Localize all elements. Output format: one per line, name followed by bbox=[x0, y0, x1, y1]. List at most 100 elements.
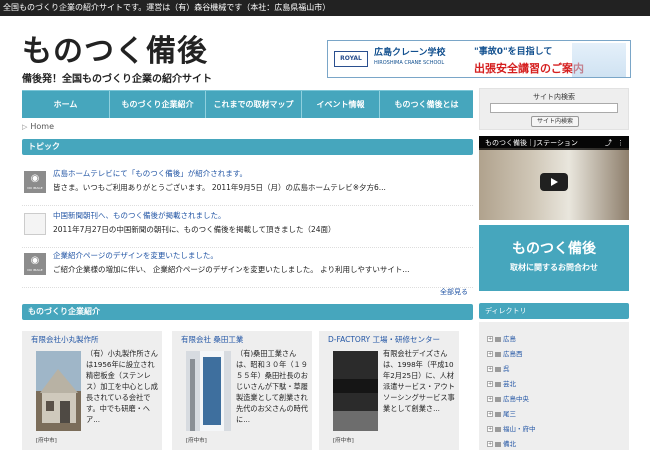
company-card[interactable]: 有限会社小丸製作所 （有）小丸製作所さんは1956年に設立され精密板金（ステンレ… bbox=[22, 331, 162, 450]
breadcrumb: ▷ Home bbox=[22, 122, 54, 131]
company-photo[interactable] bbox=[333, 351, 378, 431]
directory-item-label[interactable]: 呉 bbox=[503, 365, 510, 373]
crane-school-name: 広島クレーン学校 bbox=[374, 48, 446, 58]
company-name[interactable]: D-FACTORY 工場・研修センター bbox=[328, 334, 440, 345]
promo-title: ものつく備後 bbox=[512, 241, 596, 257]
company-name[interactable]: 有限会社小丸製作所 bbox=[31, 334, 99, 345]
breadcrumb-arrow-icon: ▷ bbox=[22, 123, 28, 131]
topic-item: ◉ NO IMAGE 広島ホームテレビにて「ものつく備後」が紹介されます。 皆さま… bbox=[22, 164, 473, 206]
directory-item-label[interactable]: 広島西 bbox=[503, 350, 523, 358]
expand-icon[interactable]: + bbox=[487, 336, 493, 342]
directory-item[interactable]: + 広島 bbox=[487, 333, 516, 343]
topics-header: トピック bbox=[22, 139, 473, 155]
top-info-bar: 全国ものづくり企業の紹介サイトです。運営は（有）森谷機械です（本社：広島県福山市… bbox=[0, 0, 650, 16]
expand-icon[interactable]: + bbox=[487, 396, 493, 402]
breadcrumb-home[interactable]: Home bbox=[30, 122, 54, 131]
nav-home[interactable]: ホーム bbox=[22, 91, 110, 118]
search-input[interactable] bbox=[490, 103, 618, 113]
directory-item[interactable]: + 広島中央 bbox=[487, 393, 529, 403]
company-city: [府中市] bbox=[186, 438, 207, 444]
building-photo-icon bbox=[333, 351, 378, 431]
folder-icon bbox=[495, 351, 501, 357]
topic-item: 中国新聞朝刊へ、ものつく備後が掲載されました。 2011年7月27日の中国新聞の… bbox=[22, 206, 473, 248]
folder-icon bbox=[495, 336, 501, 342]
topic-link[interactable]: 広島ホームテレビにて「ものつく備後」が紹介されます。 bbox=[53, 168, 247, 179]
camera-icon: ◉ bbox=[30, 173, 40, 184]
play-icon[interactable] bbox=[540, 173, 568, 191]
site-logo[interactable]: ものつく備後 備後発！全国ものづくり企業の紹介サイト bbox=[22, 34, 212, 86]
expand-icon[interactable]: + bbox=[487, 366, 493, 372]
signboard-photo-icon bbox=[186, 351, 231, 431]
expand-icon[interactable]: + bbox=[487, 426, 493, 432]
directory-item[interactable]: + 尾三 bbox=[487, 408, 516, 418]
directory-list: + 広島 + 広島西 + 呉 + 芸北 + 広島中央 + 尾三 + 福山・府中 + 備北 bbox=[479, 322, 629, 450]
folder-icon bbox=[495, 396, 501, 402]
crane-school-name-en: HIROSHIMA CRANE SCHOOL bbox=[374, 60, 445, 66]
royal-logo: ROYAL bbox=[334, 51, 368, 67]
logo-title: ものつく備後 bbox=[22, 34, 208, 69]
directory-item-label[interactable]: 福山・府中 bbox=[503, 425, 536, 433]
main-nav: ホーム ものづくり企業紹介 これまでの取材マップ イベント情報 ものつく備後とは bbox=[22, 90, 473, 118]
no-image-icon: ◉ NO IMAGE bbox=[24, 171, 46, 193]
nav-events[interactable]: イベント情報 bbox=[302, 91, 380, 118]
nav-about[interactable]: ものつく備後とは bbox=[380, 91, 473, 118]
expand-icon[interactable]: + bbox=[487, 411, 493, 417]
company-name[interactable]: 有限会社 桑田工業 bbox=[181, 334, 243, 345]
directory-item[interactable]: + 備北 bbox=[487, 438, 516, 448]
directory-item-label[interactable]: 広島中央 bbox=[503, 395, 529, 403]
site-search: サイト内検索 サイト内検索 bbox=[479, 88, 629, 130]
company-city: [府中市] bbox=[36, 438, 57, 444]
folder-icon bbox=[495, 366, 501, 372]
company-description: 有限会社デイズさんは、1998年（平成10年2月25日）に、人材派遣サービス・ア… bbox=[383, 349, 455, 413]
topic-excerpt: ご紹介企業様の増加に伴い、 企業紹介ページのデザインを変更いたしました。 より利… bbox=[53, 265, 410, 274]
nav-companies[interactable]: ものづくり企業紹介 bbox=[110, 91, 206, 118]
directory-item-label[interactable]: 芸北 bbox=[503, 380, 516, 388]
company-city: [府中市] bbox=[333, 438, 354, 444]
directory-item[interactable]: + 呉 bbox=[487, 363, 510, 373]
crane-illustration bbox=[572, 43, 626, 77]
companies-header: ものづくり企業紹介 bbox=[22, 304, 473, 320]
expand-icon[interactable]: + bbox=[487, 381, 493, 387]
video-player[interactable]: ものつく備後｜Jステーション ⤴ ⋮ bbox=[479, 136, 629, 220]
folder-icon bbox=[495, 441, 501, 447]
company-description: （有)桑田工業さんは、昭和３０年（１９５５年）桑田社長のおじいさんが下駄・草履製… bbox=[236, 349, 308, 424]
topics-more-link[interactable]: 全部見る bbox=[440, 287, 468, 297]
more-icon[interactable]: ⋮ bbox=[617, 139, 625, 147]
crane-school-logo: 広島クレーン学校 HIROSHIMA CRANE SCHOOL bbox=[374, 45, 474, 75]
directory-item-label[interactable]: 広島 bbox=[503, 335, 516, 343]
topic-excerpt: 皆さま。いつもご利用ありがとうございます。 2011年9月5日（月）の広島ホーム… bbox=[53, 183, 386, 192]
newspaper-icon bbox=[24, 213, 46, 235]
folder-icon bbox=[495, 411, 501, 417]
directory-item[interactable]: + 福山・府中 bbox=[487, 423, 536, 433]
promo-subtitle: 取材に関するお問合わせ bbox=[510, 263, 598, 272]
topic-excerpt: 2011年7月27日の中国新聞の朝刊に、ものつく備後を掲載して頂きました（24面… bbox=[53, 225, 336, 234]
search-button[interactable]: サイト内検索 bbox=[531, 116, 579, 127]
contact-banner[interactable]: ものつく備後 取材に関するお問合わせ bbox=[479, 225, 629, 291]
directory-item[interactable]: + 芸北 bbox=[487, 378, 516, 388]
topic-item: ◉ NO IMAGE 企業紹介ページのデザインを変更いたしました。 ご紹介企業様の… bbox=[22, 246, 473, 288]
folder-icon bbox=[495, 426, 501, 432]
thumb-label: NO IMAGE bbox=[27, 268, 43, 272]
company-description: （有）小丸製作所さんは1956年に設立され精密板金（ステンレス）加工を中心とし成… bbox=[86, 349, 158, 424]
company-photo[interactable] bbox=[186, 351, 231, 431]
directory-header: ディレクトリ bbox=[479, 303, 629, 319]
directory-item[interactable]: + 広島西 bbox=[487, 348, 523, 358]
share-icon[interactable]: ⤴ bbox=[605, 139, 613, 147]
camera-icon: ◉ bbox=[30, 255, 40, 266]
expand-icon[interactable]: + bbox=[487, 351, 493, 357]
search-title: サイト内検索 bbox=[533, 93, 575, 101]
company-card[interactable]: D-FACTORY 工場・研修センター 有限会社デイズさんは、1998年（平成1… bbox=[319, 331, 459, 450]
folder-icon bbox=[495, 381, 501, 387]
factory-photo-icon bbox=[36, 351, 81, 431]
company-card[interactable]: 有限会社 桑田工業 （有)桑田工業さんは、昭和３０年（１９５５年）桑田社長のおじ… bbox=[172, 331, 312, 450]
topic-link[interactable]: 企業紹介ページのデザインを変更いたしました。 bbox=[53, 250, 218, 261]
directory-item-label[interactable]: 備北 bbox=[503, 440, 516, 448]
directory-item-label[interactable]: 尾三 bbox=[503, 410, 516, 418]
no-image-icon: ◉ NO IMAGE bbox=[24, 253, 46, 275]
logo-subtitle: 備後発！全国ものづくり企業の紹介サイト bbox=[22, 74, 212, 85]
company-photo[interactable] bbox=[36, 351, 81, 431]
expand-icon[interactable]: + bbox=[487, 441, 493, 447]
crane-school-banner[interactable]: ROYAL 広島クレーン学校 HIROSHIMA CRANE SCHOOL "事… bbox=[327, 40, 631, 78]
topic-link[interactable]: 中国新聞朝刊へ、ものつく備後が掲載されました。 bbox=[53, 210, 226, 221]
nav-map[interactable]: これまでの取材マップ bbox=[206, 91, 302, 118]
